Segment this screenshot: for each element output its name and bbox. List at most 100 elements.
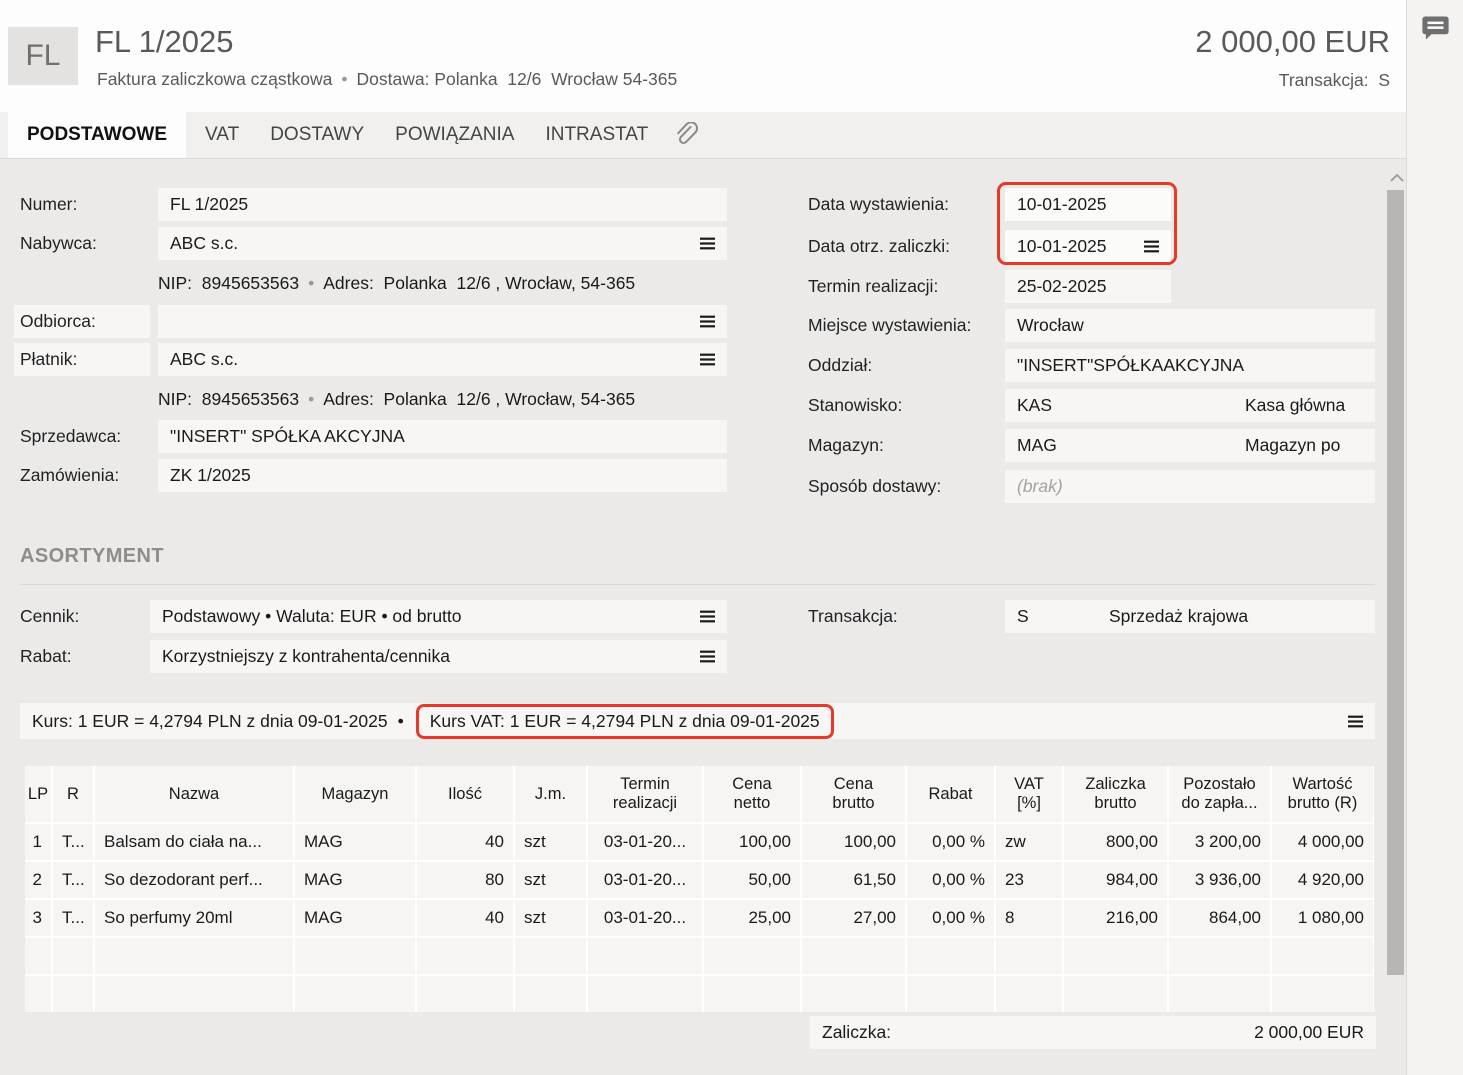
col-header-cena-netto[interactable]: Cena netto [704,766,800,822]
cell-termin[interactable]: 03-01-20... [588,900,702,936]
col-header-nazwa[interactable]: Nazwa [95,766,293,822]
empty-cell[interactable] [802,938,905,974]
empty-cell[interactable] [907,938,994,974]
cell-ilosc[interactable]: 40 [417,824,513,860]
empty-cell[interactable] [417,938,513,974]
rabat-field[interactable]: Korzystniejszy z kontrahenta/cennika [150,640,727,673]
col-header-wartosc-brutto[interactable]: Wartość brutto (R) [1272,766,1373,822]
tab-dostawy[interactable]: DOSTAWY [270,112,364,158]
tab-powiazania[interactable]: POWIĄZANIA [395,112,514,158]
col-header-lp[interactable]: LP [25,766,51,822]
empty-cell[interactable] [53,938,93,974]
empty-cell[interactable] [1272,938,1373,974]
platnik-field[interactable]: ABC s.c. [158,343,727,376]
cell-magazyn[interactable]: MAG [295,900,415,936]
empty-cell[interactable] [1169,976,1270,1012]
cell-cena-netto[interactable]: 25,00 [704,900,800,936]
menu-icon[interactable] [700,650,715,663]
col-header-jm[interactable]: J.m. [515,766,586,822]
cell-zaliczka[interactable]: 800,00 [1064,824,1167,860]
menu-icon[interactable] [700,610,715,623]
kurs-field[interactable]: Kurs: 1 EUR = 4,2794 PLN z dnia 09-01-20… [20,703,1375,739]
scrollbar-thumb[interactable] [1387,190,1404,975]
sposob-dostawy-field[interactable]: (brak) [1005,470,1375,503]
cell-rabat[interactable]: 0,00 % [907,900,994,936]
oddzial-field[interactable]: "INSERT"SPÓŁKAAKCYJNA [1005,349,1375,382]
odbiorca-label[interactable]: Odbiorca: [14,305,150,338]
cell-lp[interactable]: 1 [25,824,51,860]
cell-wartosc[interactable]: 1 080,00 [1272,900,1373,936]
cell-cena-netto[interactable]: 100,00 [704,824,800,860]
col-header-termin[interactable]: Termin realizacji [588,766,702,822]
empty-cell[interactable] [802,976,905,1012]
cell-cena-brutto[interactable]: 27,00 [802,900,905,936]
cell-cena-brutto[interactable]: 61,50 [802,862,905,898]
col-header-zaliczka-brutto[interactable]: Zaliczka brutto [1064,766,1167,822]
empty-cell[interactable] [515,938,586,974]
cell-ilosc[interactable]: 40 [417,900,513,936]
cell-vat[interactable]: 8 [996,900,1062,936]
empty-cell[interactable] [1064,938,1167,974]
col-header-magazyn[interactable]: Magazyn [295,766,415,822]
empty-cell[interactable] [704,976,800,1012]
cell-rabat[interactable]: 0,00 % [907,862,994,898]
comment-icon[interactable] [1420,13,1451,49]
tab-vat[interactable]: VAT [205,112,239,158]
empty-cell[interactable] [95,938,293,974]
cell-cena-brutto[interactable]: 100,00 [802,824,905,860]
cell-jm[interactable]: szt [515,824,586,860]
cell-jm[interactable]: szt [515,900,586,936]
odbiorca-field[interactable] [158,305,727,338]
empty-cell[interactable] [907,976,994,1012]
menu-icon[interactable] [1348,715,1363,728]
scroll-up-icon[interactable] [1389,169,1405,185]
cell-lp[interactable]: 2 [25,862,51,898]
cell-r[interactable]: T... [53,862,93,898]
termin-realizacji-field[interactable]: 25-02-2025 [1005,270,1171,303]
cell-r[interactable]: T... [53,824,93,860]
col-header-r[interactable]: R [53,766,93,822]
cell-termin[interactable]: 03-01-20... [588,862,702,898]
magazyn-field[interactable]: MAG Magazyn po [1005,429,1375,462]
cell-termin[interactable]: 03-01-20... [588,824,702,860]
zamowienia-field[interactable]: ZK 1/2025 [158,459,727,492]
cell-pozostalo[interactable]: 864,00 [1169,900,1270,936]
sprzedawca-field[interactable]: "INSERT" SPÓŁKA AKCYJNA [158,420,727,453]
empty-cell[interactable] [588,976,702,1012]
cell-zaliczka[interactable]: 984,00 [1064,862,1167,898]
empty-cell[interactable] [515,976,586,1012]
cell-nazwa[interactable]: So perfumy 20ml [95,900,293,936]
menu-icon[interactable] [700,315,715,328]
cell-r[interactable]: T... [53,900,93,936]
cell-nazwa[interactable]: Balsam do ciała na... [95,824,293,860]
cennik-field[interactable]: Podstawowy • Waluta: EUR • od brutto [150,600,727,633]
empty-cell[interactable] [1272,976,1373,1012]
nabywca-field[interactable]: ABC s.c. [158,227,727,260]
tab-intrastat[interactable]: INTRASTAT [545,112,648,158]
empty-cell[interactable] [996,976,1062,1012]
cell-zaliczka[interactable]: 216,00 [1064,900,1167,936]
cell-wartosc[interactable]: 4 000,00 [1272,824,1373,860]
cell-ilosc[interactable]: 80 [417,862,513,898]
miejsce-wystawienia-field[interactable]: Wrocław [1005,309,1375,342]
col-header-pozostalo[interactable]: Pozostało do zapła... [1169,766,1270,822]
attachment-icon[interactable] [674,112,698,158]
menu-icon[interactable] [700,353,715,366]
menu-icon[interactable] [700,237,715,250]
empty-cell[interactable] [588,938,702,974]
empty-cell[interactable] [295,976,415,1012]
col-header-vat[interactable]: VAT [%] [996,766,1062,822]
cell-pozostalo[interactable]: 3 936,00 [1169,862,1270,898]
empty-cell[interactable] [1064,976,1167,1012]
empty-cell[interactable] [417,976,513,1012]
cell-pozostalo[interactable]: 3 200,00 [1169,824,1270,860]
cell-nazwa[interactable]: So dezodorant perf... [95,862,293,898]
col-header-rabat[interactable]: Rabat [907,766,994,822]
empty-cell[interactable] [295,938,415,974]
platnik-label[interactable]: Płatnik: [14,343,150,376]
empty-cell[interactable] [704,938,800,974]
col-header-ilosc[interactable]: Ilość [417,766,513,822]
cell-jm[interactable]: szt [515,862,586,898]
cell-rabat[interactable]: 0,00 % [907,824,994,860]
empty-cell[interactable] [25,938,51,974]
